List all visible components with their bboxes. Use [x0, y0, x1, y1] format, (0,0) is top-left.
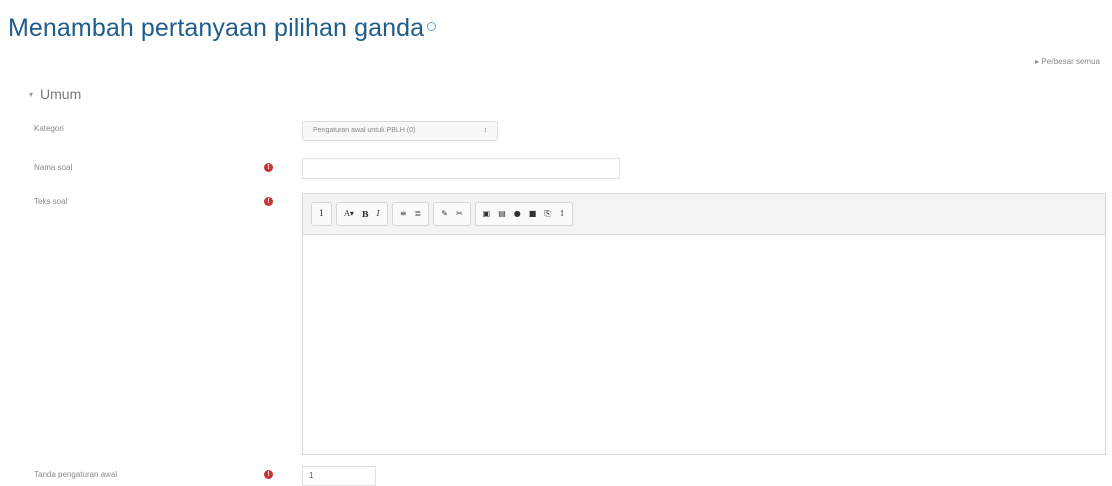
- question-text-label: Teks soal: [34, 197, 68, 206]
- question-text-editor: 1 A▾ B I ≡ ≣ ✎ ✂ ▣ ▤ ● ■ ⎘ ↕: [302, 193, 1106, 455]
- editor-toolbar: 1 A▾ B I ≡ ≣ ✎ ✂ ▣ ▤ ● ■ ⎘ ↕: [303, 194, 1105, 235]
- section-title: Umum: [40, 86, 82, 102]
- ordered-list-icon[interactable]: ≣: [411, 203, 426, 225]
- question-name-input[interactable]: [302, 158, 620, 179]
- toolbar-group-lists: ≡ ≣: [391, 202, 430, 226]
- image-icon[interactable]: ▣: [479, 203, 495, 225]
- category-select[interactable]: Pengaturan awal untuk PBLH (0) ↕: [302, 121, 498, 141]
- toolbar-group-links: ✎ ✂: [433, 202, 471, 226]
- category-selected-value: Pengaturan awal untuk PBLH (0): [313, 127, 416, 134]
- toolbar-group-style: A▾ B I: [336, 202, 388, 226]
- category-label: Kategori: [34, 124, 64, 133]
- paragraph-style-icon[interactable]: A▾: [340, 203, 358, 225]
- select-caret-icon: ↕: [483, 127, 488, 134]
- show-more-buttons-icon[interactable]: 1: [315, 203, 328, 225]
- link-icon[interactable]: ✎: [437, 203, 452, 225]
- question-name-label: Nama soal: [34, 163, 73, 172]
- default-mark-label: Tanda pengaturan awal: [34, 470, 118, 479]
- media-icon[interactable]: ▤: [494, 203, 510, 225]
- help-icon[interactable]: [427, 21, 437, 31]
- record-video-icon[interactable]: ■: [525, 203, 541, 225]
- required-icon: !: [264, 470, 273, 479]
- section-header-general[interactable]: ▾ Umum: [29, 86, 81, 102]
- expand-all-link[interactable]: ▸ Perbesar semua: [1035, 57, 1100, 66]
- collapse-toggle-icon[interactable]: ▾: [29, 90, 33, 99]
- unlink-icon[interactable]: ✂: [452, 203, 467, 225]
- required-icon: !: [264, 197, 273, 206]
- italic-icon[interactable]: I: [373, 203, 384, 225]
- bold-icon[interactable]: B: [358, 203, 373, 225]
- unordered-list-icon[interactable]: ≡: [396, 203, 411, 225]
- toolbar-group-media: ▣ ▤ ● ■ ⎘ ↕: [474, 202, 574, 226]
- required-icon: !: [264, 163, 273, 172]
- toolbar-group-expand: 1: [311, 202, 333, 226]
- editor-content-area[interactable]: [303, 235, 1105, 455]
- manage-files-icon[interactable]: ⎘: [540, 203, 554, 225]
- default-mark-input[interactable]: 1: [302, 466, 376, 486]
- h5p-icon[interactable]: ↕: [555, 203, 570, 225]
- page-title: Menambah pertanyaan pilihan ganda: [8, 14, 437, 43]
- record-audio-icon[interactable]: ●: [510, 203, 525, 225]
